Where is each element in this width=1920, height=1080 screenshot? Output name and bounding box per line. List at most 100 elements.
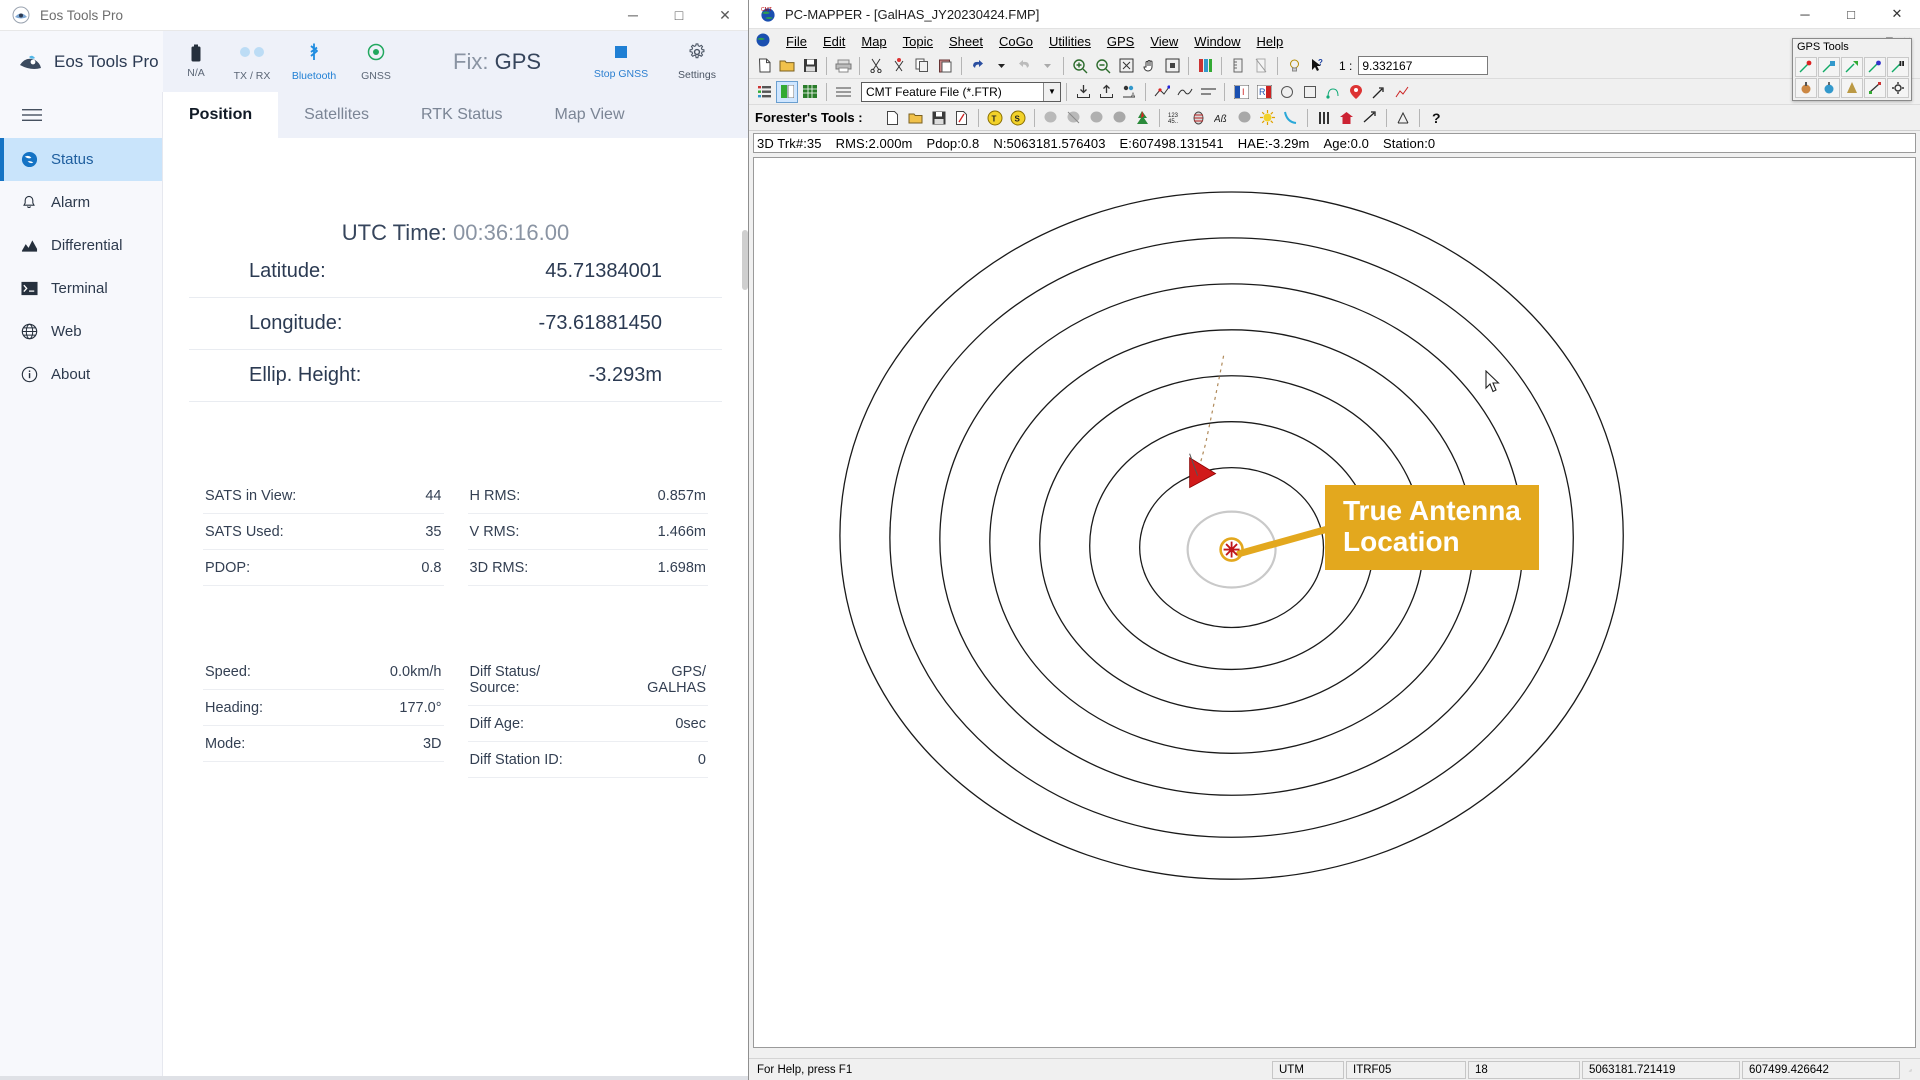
menu-window[interactable]: Window bbox=[1186, 32, 1248, 51]
menu-edit[interactable]: Edit bbox=[815, 32, 853, 51]
undo-icon[interactable] bbox=[967, 55, 989, 77]
image-right-icon[interactable]: R bbox=[1253, 81, 1275, 103]
lines-icon[interactable] bbox=[832, 81, 854, 103]
route-icon[interactable] bbox=[1322, 81, 1344, 103]
tab-satellites[interactable]: Satellites bbox=[278, 92, 395, 138]
font-icon[interactable]: Aß bbox=[1211, 107, 1233, 129]
settings-button[interactable]: Settings bbox=[666, 42, 728, 81]
forester-save-icon[interactable] bbox=[928, 107, 950, 129]
redo-icon[interactable] bbox=[1013, 55, 1035, 77]
cut-icon[interactable] bbox=[865, 55, 887, 77]
cruise-icon[interactable] bbox=[1188, 107, 1210, 129]
undo-dropdown-icon[interactable] bbox=[990, 55, 1012, 77]
attributes-icon[interactable]: A bbox=[1118, 81, 1140, 103]
layers-icon[interactable] bbox=[1194, 55, 1216, 77]
sidebar-item-terminal[interactable]: Terminal bbox=[0, 267, 162, 310]
sample-icon[interactable]: S bbox=[1007, 107, 1029, 129]
sidebar-item-alarm[interactable]: Alarm bbox=[0, 181, 162, 224]
export-icon[interactable] bbox=[1095, 81, 1117, 103]
forester-edit-icon[interactable] bbox=[951, 107, 973, 129]
align-icon[interactable] bbox=[1197, 81, 1219, 103]
gps-tool-point-icon[interactable] bbox=[1795, 57, 1817, 77]
gps-tool-node-icon[interactable] bbox=[1864, 57, 1886, 77]
forester-open-icon[interactable] bbox=[905, 107, 927, 129]
gps-tool-rover-icon[interactable] bbox=[1795, 78, 1817, 98]
stop-gnss-button[interactable]: Stop GNSS bbox=[590, 44, 652, 80]
zoom-extent-icon[interactable] bbox=[1115, 55, 1137, 77]
save-icon[interactable] bbox=[799, 55, 821, 77]
plot-house-icon[interactable] bbox=[1336, 107, 1358, 129]
zoom-out-icon[interactable] bbox=[1092, 55, 1114, 77]
zoom-in-icon[interactable] bbox=[1069, 55, 1091, 77]
help-question-icon[interactable]: ? bbox=[1425, 107, 1447, 129]
arrow-tool-icon[interactable] bbox=[1368, 81, 1390, 103]
gps-tool-antenna-icon[interactable] bbox=[1818, 78, 1840, 98]
sidebar-item-about[interactable]: About bbox=[0, 353, 162, 396]
table-view-icon[interactable] bbox=[799, 81, 821, 103]
gps-feature-icon[interactable] bbox=[1151, 81, 1173, 103]
sidebar-item-status[interactable]: Status bbox=[0, 138, 162, 181]
circle-tool-icon[interactable] bbox=[1276, 81, 1298, 103]
open-file-icon[interactable] bbox=[776, 55, 798, 77]
pan-hand-icon[interactable] bbox=[1138, 55, 1160, 77]
gps-tool-area-icon[interactable] bbox=[1841, 57, 1863, 77]
light-bulb-icon[interactable] bbox=[1283, 55, 1305, 77]
pcm-close-button[interactable]: ✕ bbox=[1874, 0, 1920, 29]
hamburger-icon[interactable] bbox=[0, 92, 162, 138]
menu-map[interactable]: Map bbox=[853, 32, 894, 51]
menu-cogo[interactable]: CoGo bbox=[991, 32, 1041, 51]
pcm-maximize-button[interactable]: □ bbox=[1828, 0, 1874, 29]
copy-icon[interactable] bbox=[911, 55, 933, 77]
curve-tool-icon[interactable] bbox=[1280, 107, 1302, 129]
battery-status[interactable]: N/A bbox=[171, 44, 221, 79]
list-view-icon[interactable] bbox=[753, 81, 775, 103]
profile-icon[interactable] bbox=[1174, 81, 1196, 103]
gps-tools-palette[interactable]: GPS Tools bbox=[1792, 38, 1912, 101]
feature-file-combo[interactable]: CMT Feature File (*.FTR) ▼ bbox=[861, 81, 1061, 102]
resize-grip-icon[interactable] bbox=[1902, 1061, 1918, 1079]
gps-tool-base-icon[interactable] bbox=[1841, 78, 1863, 98]
map-canvas[interactable]: True Antenna Location bbox=[753, 157, 1916, 1048]
sidebar-item-differential[interactable]: Differential bbox=[0, 224, 162, 267]
print-icon[interactable] bbox=[832, 55, 854, 77]
tab-map-view[interactable]: Map View bbox=[529, 92, 651, 138]
gps-tool-line-icon[interactable] bbox=[1818, 57, 1840, 77]
feature-view-icon[interactable] bbox=[776, 80, 798, 103]
paste-icon[interactable] bbox=[934, 55, 956, 77]
eos-close-button[interactable]: ✕ bbox=[702, 0, 748, 31]
measure-icon[interactable] bbox=[1227, 55, 1249, 77]
eos-maximize-button[interactable]: □ bbox=[656, 0, 702, 31]
tree-tally-icon[interactable]: T bbox=[984, 107, 1006, 129]
tree-color-icon[interactable] bbox=[1132, 107, 1154, 129]
number-format-icon[interactable]: 123 45.. bbox=[1165, 107, 1187, 129]
bluetooth-status[interactable]: Bluetooth bbox=[283, 42, 345, 82]
menu-file[interactable]: File bbox=[778, 32, 815, 51]
gnss-status[interactable]: GNSS bbox=[345, 42, 407, 82]
zoom-window-icon[interactable] bbox=[1161, 55, 1183, 77]
help-pointer-icon[interactable]: ? bbox=[1306, 55, 1328, 77]
tab-position[interactable]: Position bbox=[163, 92, 279, 138]
marker-icon[interactable] bbox=[1345, 81, 1367, 103]
square-tool-icon[interactable] bbox=[1299, 81, 1321, 103]
new-file-icon[interactable] bbox=[753, 55, 775, 77]
eos-minimize-button[interactable]: ─ bbox=[610, 0, 656, 31]
gps-tool-pause-icon[interactable] bbox=[1887, 57, 1909, 77]
chevron-down-icon[interactable]: ▼ bbox=[1043, 82, 1060, 101]
sidebar-item-web[interactable]: Web bbox=[0, 310, 162, 353]
pcm-minimize-button[interactable]: ─ bbox=[1782, 0, 1828, 29]
offset-icon[interactable] bbox=[1359, 107, 1381, 129]
zoom-scale-input[interactable] bbox=[1358, 56, 1489, 75]
redo-dropdown-icon[interactable] bbox=[1036, 55, 1058, 77]
menu-utilities[interactable]: Utilities bbox=[1041, 32, 1099, 51]
menu-view[interactable]: View bbox=[1142, 32, 1186, 51]
forester-new-icon[interactable] bbox=[882, 107, 904, 129]
menu-help[interactable]: Help bbox=[1249, 32, 1292, 51]
sun-icon[interactable] bbox=[1257, 107, 1279, 129]
grid-bars-icon[interactable] bbox=[1313, 107, 1335, 129]
measure-off-icon[interactable] bbox=[1250, 55, 1272, 77]
gps-tool-offset-icon[interactable] bbox=[1864, 78, 1886, 98]
import-icon[interactable] bbox=[1072, 81, 1094, 103]
image-left-icon[interactable]: I bbox=[1230, 81, 1252, 103]
menu-topic[interactable]: Topic bbox=[895, 32, 941, 51]
measure-height-icon[interactable] bbox=[1392, 107, 1414, 129]
